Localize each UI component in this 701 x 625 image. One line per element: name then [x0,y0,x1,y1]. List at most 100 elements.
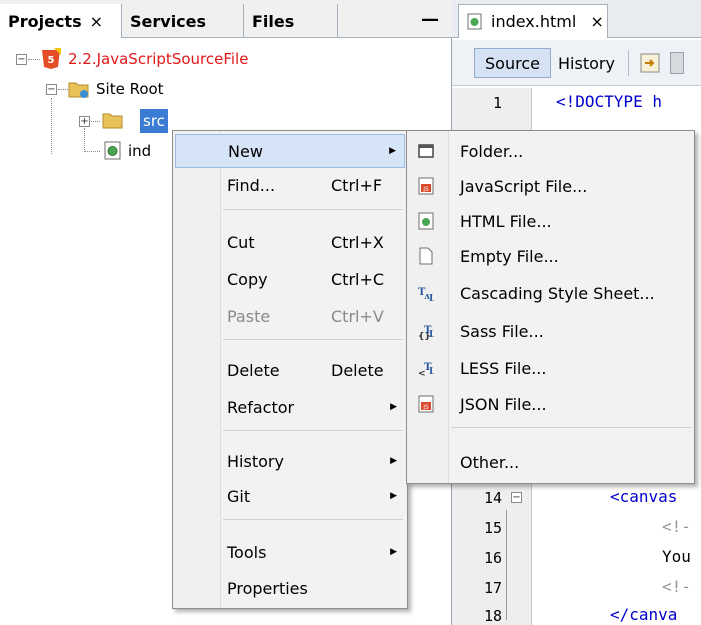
menu-item-new-label: New [228,141,263,161]
empty-file-icon [419,247,433,265]
menu-item-properties[interactable]: Properties [175,571,405,605]
shortcut-ctrl-x: Ctrl+X [331,232,384,252]
submenu-item-javascript-file-label: JavaScript File... [460,176,588,196]
project-collapse-toggle[interactable]: − [16,54,27,65]
submenu-item-other-label: Other... [460,452,520,472]
tab-services[interactable]: Services [122,4,244,38]
site-root-folder-icon [68,82,89,98]
line-number: 18 [483,607,502,625]
projects-tab-bar: Projects × Services Files — [0,0,452,38]
tree-index-file[interactable]: ind [128,139,151,163]
code-line[interactable]: <canvas [610,487,677,506]
menu-item-paste[interactable]: Paste Ctrl+V [175,299,405,333]
submenu-item-css-file[interactable]: T ᴧ L Cascading Style Sheet... [409,276,692,310]
submenu-item-empty-file-label: Empty File... [460,246,559,266]
code-line[interactable]: </canva [610,605,677,624]
source-view-button[interactable]: Source [474,48,551,78]
submenu-item-javascript-file[interactable]: JS JavaScript File... [409,169,692,203]
menu-item-properties-label: Properties [227,578,308,598]
css-file-icon: T ᴧ L [418,287,434,302]
line-number: 15 [483,519,502,537]
tree-project-name[interactable]: 2.2.JavaScriptSourceFile [68,47,248,71]
menu-item-paste-label: Paste [227,306,271,326]
menu-item-delete[interactable]: Delete Delete [175,353,405,387]
svg-text:L: L [429,294,434,302]
submenu-item-less-file[interactable]: < T L LESS File... [409,351,692,385]
tab-projects-close-icon[interactable]: × [90,12,103,31]
submenu-item-css-file-label: Cascading Style Sheet... [460,283,655,303]
new-submenu: Folder... JS JavaScript File... HTML Fil… [406,130,695,484]
svg-text:L: L [429,367,434,377]
tab-index-html-label: index.html [491,12,577,31]
tab-projects[interactable]: Projects × [0,4,122,38]
shortcut-delete: Delete [331,360,384,380]
menu-item-tools-label: Tools [227,542,267,562]
menu-item-history[interactable]: History ▶ [175,444,405,478]
menu-item-cut[interactable]: Cut Ctrl+X [175,225,405,259]
svg-text:L: L [429,330,434,340]
menu-item-find[interactable]: Find... Ctrl+F [175,168,405,202]
editor-tab-bar: index.html × [452,0,701,38]
code-line[interactable]: <!DOCTYPE h [556,92,662,111]
menu-item-delete-label: Delete [227,360,280,380]
submenu-arrow-icon: ▶ [390,547,397,557]
tree-site-root[interactable]: Site Root [96,77,164,101]
menu-item-git-label: Git [227,486,251,506]
menu-item-git[interactable]: Git ▶ [175,479,405,513]
src-folder-icon [102,113,123,129]
menu-item-history-label: History [227,451,284,471]
submenu-item-html-file-label: HTML File... [460,211,552,231]
submenu-item-folder-label: Folder... [460,141,524,161]
last-edit-icon[interactable] [639,52,661,74]
submenu-item-sass-file[interactable]: {} T L Sass File... [409,314,692,348]
src-expand-toggle[interactable]: + [79,116,90,127]
json-file-icon: JS [418,395,434,413]
submenu-item-empty-file[interactable]: Empty File... [409,239,692,273]
svg-text:JS: JS [422,404,429,411]
menu-item-cut-label: Cut [227,232,255,252]
tree-src-selected[interactable]: src [140,109,168,133]
submenu-item-json-file-label: JSON File... [460,394,547,414]
context-menu: New ▶ Find... Ctrl+F Cut Ctrl+X Copy Ctr… [172,130,408,609]
history-view-button[interactable]: History [548,48,625,78]
code-line[interactable]: <!- [662,517,691,536]
site-root-collapse-toggle[interactable]: − [46,84,57,95]
tab-files-label: Files [252,11,295,31]
sass-file-icon: {} T L [418,325,434,340]
minimize-button[interactable]: — [420,9,440,30]
html-file-icon [467,13,482,29]
html-file-icon [418,212,434,230]
submenu-item-json-file[interactable]: JS JSON File... [409,387,692,421]
tab-services-label: Services [130,11,207,31]
tab-index-html[interactable]: index.html × [458,4,608,38]
shortcut-ctrl-v: Ctrl+V [331,306,384,326]
tab-projects-label: Projects [8,11,82,31]
code-fold-toggle[interactable]: − [511,492,522,503]
submenu-arrow-icon: ▶ [390,402,397,412]
submenu-item-other[interactable]: Other... [409,445,692,479]
menu-item-new[interactable]: New ▶ [175,134,405,168]
submenu-item-html-file[interactable]: HTML File... [409,204,692,238]
menu-item-refactor[interactable]: Refactor ▶ [175,390,405,424]
toolbar-button-partial[interactable] [670,52,684,74]
svg-text:5: 5 [48,55,55,66]
menu-item-tools[interactable]: Tools ▶ [175,535,405,569]
html-file-icon [104,141,121,160]
code-line[interactable]: <!- [662,577,691,596]
submenu-arrow-icon: ▶ [390,456,397,466]
code-line[interactable]: You [662,547,691,566]
editor-toolbar: Source History [452,40,701,86]
menu-item-copy[interactable]: Copy Ctrl+C [175,262,405,296]
submenu-arrow-icon: ▶ [390,491,397,501]
tab-files[interactable]: Files [244,4,338,38]
submenu-item-sass-file-label: Sass File... [460,321,544,341]
submenu-item-folder[interactable]: Folder... [409,134,692,168]
svg-text:JS: JS [422,186,429,193]
menu-item-copy-label: Copy [227,269,268,289]
tab-close-icon[interactable]: × [590,12,603,31]
line-number: 14 [483,489,502,507]
shortcut-ctrl-f: Ctrl+F [331,175,383,195]
less-file-icon: < T L [418,362,434,377]
menu-item-find-label: Find... [227,175,276,195]
menu-item-refactor-label: Refactor [227,397,295,417]
